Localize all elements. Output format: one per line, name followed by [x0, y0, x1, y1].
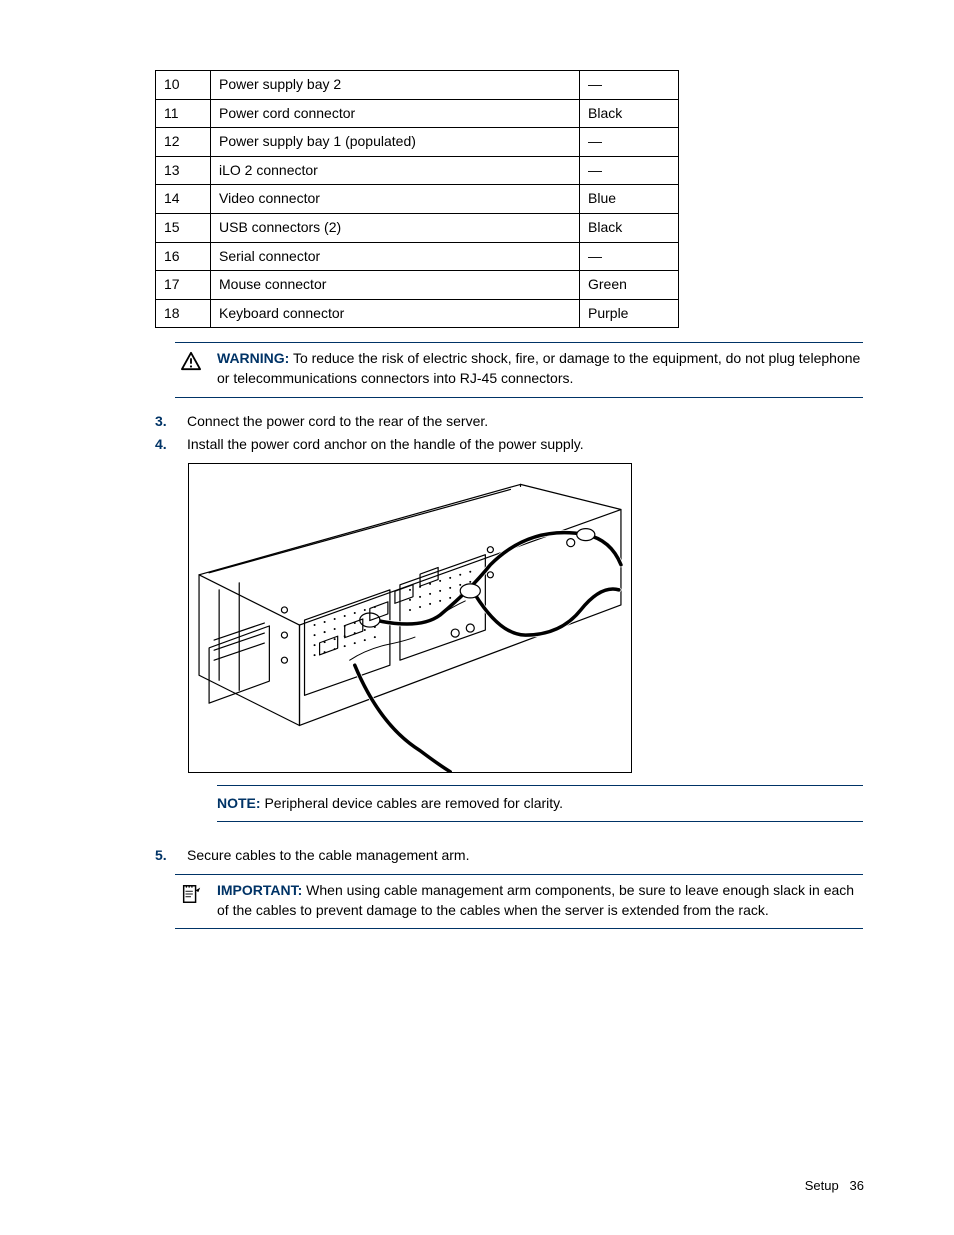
note-callout: NOTE: Peripheral device cables are remov…: [217, 785, 863, 823]
table-row: 17 Mouse connector Green: [156, 271, 679, 300]
table-row: 10 Power supply bay 2 —: [156, 71, 679, 100]
row-color: —: [580, 128, 679, 157]
important-icon: [175, 881, 207, 920]
warning-body: WARNING: To reduce the risk of electric …: [207, 349, 863, 388]
row-desc: Serial connector: [211, 242, 580, 271]
row-color: —: [580, 242, 679, 271]
row-desc: USB connectors (2): [211, 213, 580, 242]
table-row: 13 iLO 2 connector —: [156, 156, 679, 185]
warning-text: To reduce the risk of electric shock, fi…: [217, 350, 860, 386]
table-row: 16 Serial connector —: [156, 242, 679, 271]
page-footer: Setup 36: [805, 1177, 864, 1195]
important-label: IMPORTANT:: [217, 882, 302, 898]
table-row: 12 Power supply bay 1 (populated) —: [156, 128, 679, 157]
row-desc: iLO 2 connector: [211, 156, 580, 185]
table-row: 18 Keyboard connector Purple: [156, 299, 679, 328]
row-desc: Keyboard connector: [211, 299, 580, 328]
important-body: IMPORTANT: When using cable management a…: [207, 881, 863, 920]
row-desc: Power cord connector: [211, 99, 580, 128]
row-num: 15: [156, 213, 211, 242]
row-desc: Video connector: [211, 185, 580, 214]
row-color: —: [580, 71, 679, 100]
footer-section: Setup: [805, 1178, 839, 1193]
step-text: Secure cables to the cable management ar…: [187, 846, 864, 866]
warning-icon: [175, 349, 207, 388]
note-label: NOTE:: [217, 795, 261, 811]
server-rear-figure: [188, 463, 632, 773]
table-row: 11 Power cord connector Black: [156, 99, 679, 128]
important-callout: IMPORTANT: When using cable management a…: [175, 874, 863, 929]
row-color: Green: [580, 271, 679, 300]
step-text: Connect the power cord to the rear of th…: [187, 412, 864, 432]
important-text: When using cable management arm componen…: [217, 882, 854, 918]
step-text: Install the power cord anchor on the han…: [187, 435, 864, 455]
row-num: 17: [156, 271, 211, 300]
row-num: 13: [156, 156, 211, 185]
row-desc: Power supply bay 2: [211, 71, 580, 100]
table-row: 14 Video connector Blue: [156, 185, 679, 214]
row-num: 14: [156, 185, 211, 214]
step-number: 5.: [155, 846, 187, 866]
row-num: 16: [156, 242, 211, 271]
row-num: 18: [156, 299, 211, 328]
warning-label: WARNING:: [217, 350, 289, 366]
row-color: Purple: [580, 299, 679, 328]
warning-callout: WARNING: To reduce the risk of electric …: [175, 342, 863, 397]
row-num: 11: [156, 99, 211, 128]
step-5: 5. Secure cables to the cable management…: [155, 846, 864, 866]
row-num: 10: [156, 71, 211, 100]
row-desc: Power supply bay 1 (populated): [211, 128, 580, 157]
note-text: Peripheral device cables are removed for…: [261, 795, 563, 811]
table-row: 15 USB connectors (2) Black: [156, 213, 679, 242]
footer-page: 36: [850, 1178, 864, 1193]
row-desc: Mouse connector: [211, 271, 580, 300]
step-number: 4.: [155, 435, 187, 455]
row-color: Black: [580, 99, 679, 128]
row-color: Blue: [580, 185, 679, 214]
step-4: 4. Install the power cord anchor on the …: [155, 435, 864, 455]
row-num: 12: [156, 128, 211, 157]
row-color: Black: [580, 213, 679, 242]
row-color: —: [580, 156, 679, 185]
connector-table: 10 Power supply bay 2 — 11 Power cord co…: [155, 70, 679, 328]
step-number: 3.: [155, 412, 187, 432]
step-3: 3. Connect the power cord to the rear of…: [155, 412, 864, 432]
